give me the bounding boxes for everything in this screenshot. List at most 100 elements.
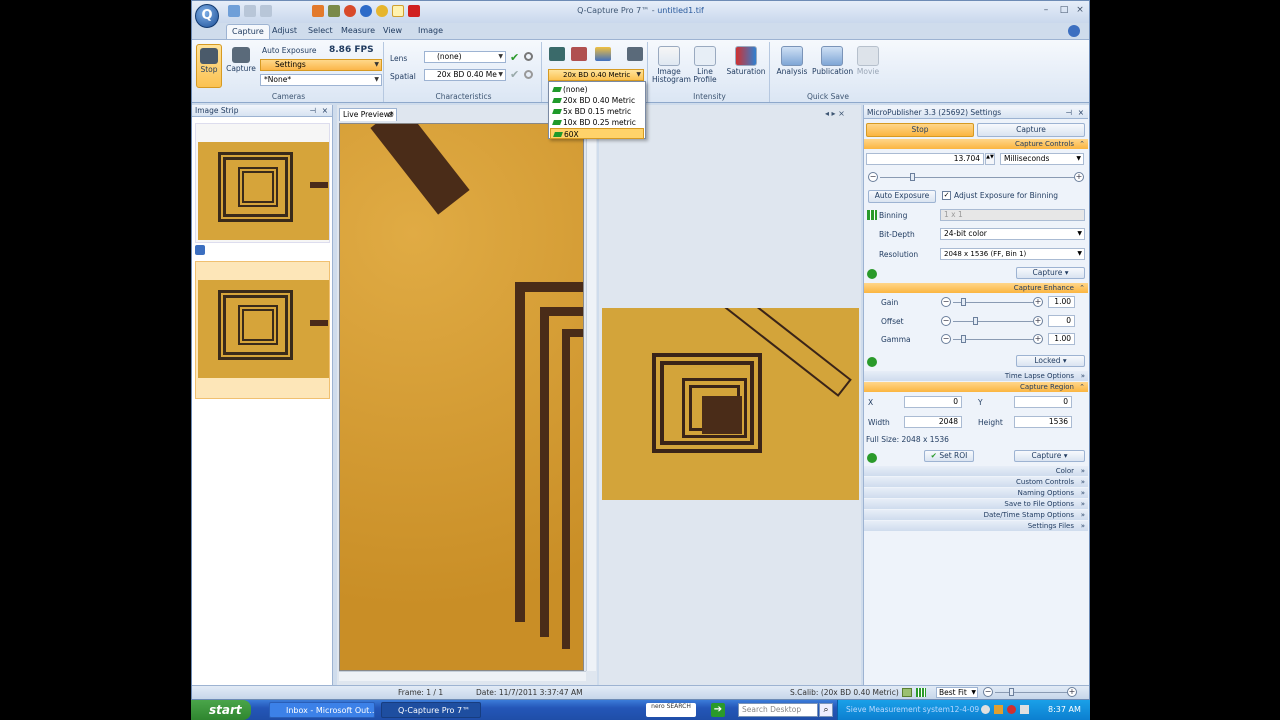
image-histogram-button[interactable]: Image Histogram (652, 46, 691, 84)
apply-spatial-icon[interactable]: ✔ (510, 68, 519, 81)
close-icon[interactable]: × (1078, 107, 1084, 118)
calibrate-icon[interactable] (571, 47, 587, 61)
width-input[interactable]: 2048 (904, 416, 962, 428)
gain-input[interactable]: 1.00 (1048, 296, 1075, 308)
offset-decrease-button[interactable]: − (941, 316, 951, 326)
saturation-button[interactable]: Saturation (724, 46, 768, 76)
exposure-input[interactable]: 13.704 (866, 153, 984, 165)
go-arrow-icon[interactable]: ➔ (711, 703, 725, 717)
refresh-icon[interactable] (867, 357, 877, 367)
tray-icon[interactable] (1007, 705, 1016, 714)
gamma-input[interactable]: 1.00 (1048, 333, 1075, 345)
gamma-decrease-button[interactable]: − (941, 334, 951, 344)
camera-icon[interactable] (195, 245, 205, 255)
height-input[interactable]: 1536 (1014, 416, 1072, 428)
ruler-icon[interactable] (595, 47, 611, 61)
zoom-out-button[interactable]: − (983, 687, 993, 697)
zoom-in-button[interactable]: + (1067, 687, 1077, 697)
bitdepth-dropdown[interactable]: 24-bit color ▼ (940, 228, 1085, 240)
live-preview-image[interactable] (339, 123, 584, 671)
custom-controls-header[interactable]: Custom Controls» (864, 477, 1088, 487)
maximize-button[interactable]: □ (1056, 4, 1072, 17)
tab-adjust[interactable]: Adjust (267, 24, 302, 39)
vertical-scrollbar[interactable] (586, 123, 596, 671)
stop-button[interactable]: Stop (196, 44, 222, 88)
zoom-dropdown[interactable]: Best Fit ▼ (936, 687, 978, 698)
y-input[interactable]: 0 (1014, 396, 1072, 408)
settings-files-header[interactable]: Settings Files» (864, 521, 1088, 531)
close-icon[interactable]: × (322, 105, 328, 116)
thumbnail-2-selected[interactable] (195, 261, 330, 399)
resolution-dropdown[interactable]: 2048 x 1536 (FF, Bin 1) ▼ (940, 248, 1085, 260)
offset-slider[interactable] (953, 317, 1033, 325)
tray-icon[interactable] (994, 705, 1003, 714)
settings-dropdown[interactable]: Settings ▼ (260, 59, 382, 71)
dropdown-item[interactable]: 20x BD 0.40 Metric (550, 95, 644, 106)
start-button[interactable]: start (191, 700, 251, 720)
close-icon[interactable]: ⊗ (388, 109, 394, 121)
analysis-button[interactable]: Analysis (774, 46, 810, 76)
minimize-button[interactable]: – (1038, 4, 1054, 17)
adjust-binning-checkbox[interactable]: ✓ (942, 191, 951, 200)
tray-icon[interactable] (1020, 705, 1029, 714)
captured-image[interactable] (602, 308, 859, 500)
gain-decrease-button[interactable]: − (941, 297, 951, 307)
binning-dropdown[interactable]: 1 x 1 (940, 209, 1085, 221)
zoom-slider[interactable] (995, 688, 1067, 696)
tab-view[interactable]: View (378, 24, 407, 39)
auto-exposure-button[interactable]: Auto Exposure (868, 190, 936, 203)
movie-button[interactable]: Movie (854, 46, 882, 76)
tab-live-preview[interactable]: Live Preview* ⊗ (339, 108, 397, 121)
spatial-dropdown[interactable]: 20x BD 0.40 Me ▼ (424, 69, 506, 81)
capture-region-header[interactable]: Capture Region ⌃ (864, 382, 1088, 392)
line-profile-button[interactable]: Line Profile (690, 46, 720, 84)
exposure-decrease-button[interactable]: − (868, 172, 878, 182)
gain-increase-button[interactable]: + (1033, 297, 1043, 307)
offset-input[interactable]: 0 (1048, 315, 1075, 327)
close-button[interactable]: × (1072, 4, 1088, 17)
offset-increase-button[interactable]: + (1033, 316, 1043, 326)
capture-button[interactable]: Capture (226, 47, 256, 73)
apply-lens-icon[interactable]: ✔ (510, 51, 519, 64)
preset-dropdown[interactable]: *None* ▼ (260, 74, 382, 86)
exposure-slider[interactable] (880, 173, 1074, 181)
refresh-icon[interactable] (867, 453, 877, 463)
capture-tab-button[interactable]: Capture (977, 123, 1085, 137)
publication-button[interactable]: Publication (812, 46, 853, 76)
refresh-icon[interactable] (867, 269, 877, 279)
gain-slider[interactable] (953, 298, 1033, 306)
horizontal-scrollbar[interactable] (339, 671, 586, 681)
tab-image[interactable]: Image (413, 24, 448, 39)
set-roi-button[interactable]: ✔ Set ROI (924, 450, 974, 462)
tray-icon[interactable] (981, 705, 990, 714)
tab-scroll-arrows[interactable]: ◂ ▸ × (825, 109, 845, 118)
color-header[interactable]: Color» (864, 466, 1088, 476)
help-icon[interactable] (1068, 25, 1080, 37)
dropdown-item[interactable]: (none) (550, 84, 644, 95)
gear-icon[interactable] (524, 52, 533, 61)
camera-settings-icon[interactable] (627, 47, 643, 61)
exposure-unit-dropdown[interactable]: Milliseconds ▼ (1000, 153, 1084, 165)
dropdown-item[interactable]: 10x BD 0.25 metric (550, 117, 644, 128)
capture-region-button[interactable]: Capture ▾ (1014, 450, 1085, 462)
date-time-stamp-header[interactable]: Date/Time Stamp Options» (864, 510, 1088, 520)
gamma-increase-button[interactable]: + (1033, 334, 1043, 344)
gamma-slider[interactable] (953, 335, 1033, 343)
gear-icon[interactable] (524, 70, 533, 79)
calibration-dropdown[interactable]: 20x BD 0.40 Metric ▼ (548, 69, 644, 81)
search-icon[interactable]: ⌕ (819, 703, 833, 717)
capture-enhance-header[interactable]: Capture Enhance ⌃ (864, 283, 1088, 293)
taskbar-item-outlook[interactable]: Inbox - Microsoft Out... (269, 702, 375, 718)
capture-controls-header[interactable]: Capture Controls ⌃ (864, 139, 1088, 149)
taskbar-item-qcapture[interactable]: Q-Capture Pro 7™ (381, 702, 481, 718)
thumbnail-1[interactable] (195, 123, 330, 243)
calibration-icon[interactable] (549, 47, 565, 61)
dropdown-item[interactable]: 5x BD 0.15 metric (550, 106, 644, 117)
capture-button[interactable]: Capture ▾ (1016, 267, 1085, 279)
auto-exposure-toggle[interactable]: Auto Exposure (262, 46, 317, 55)
exposure-increase-button[interactable]: + (1074, 172, 1084, 182)
stop-tab-button[interactable]: Stop (866, 123, 974, 137)
naming-options-header[interactable]: Naming Options» (864, 488, 1088, 498)
search-desktop-input[interactable]: Search Desktop (738, 703, 818, 717)
locked-button[interactable]: Locked ▾ (1016, 355, 1085, 367)
